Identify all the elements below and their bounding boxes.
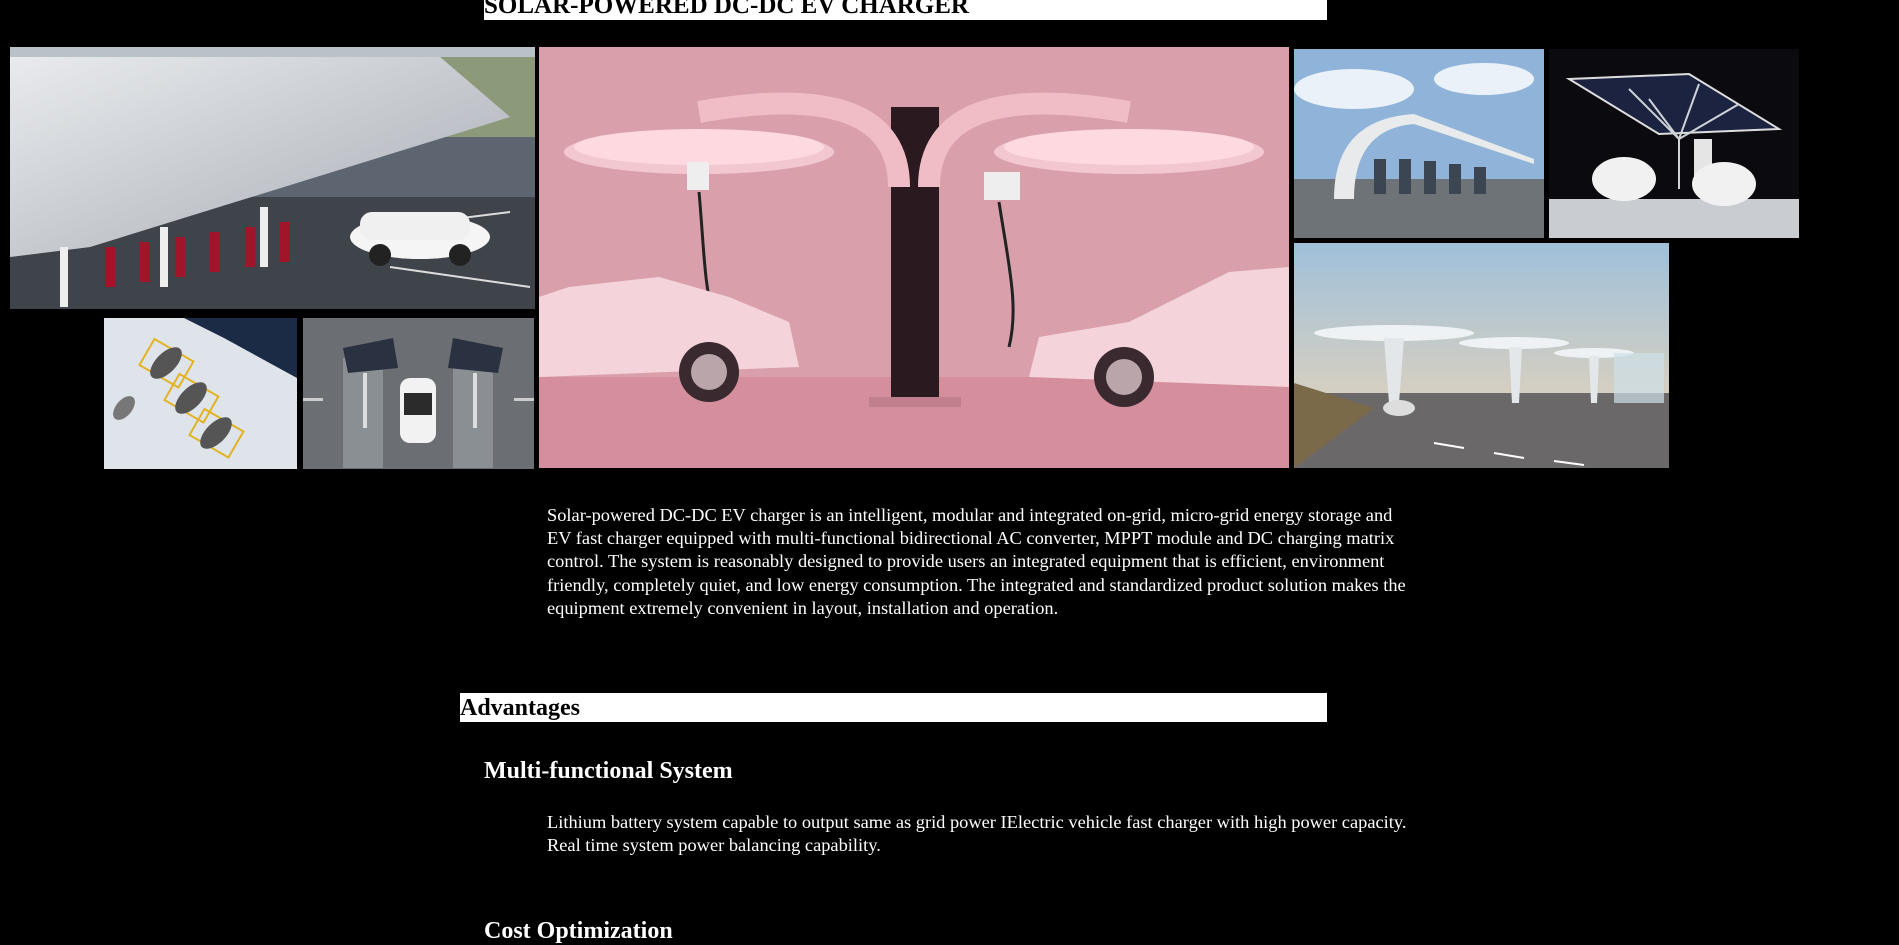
section-text-multifunctional: Lithium battery system capable to output… — [547, 812, 1407, 856]
top-view-charging-photo — [303, 318, 534, 469]
page-title: SOLAR-POWERED DC-DC EV CHARGER — [484, 0, 1327, 20]
curved-canopy-photo — [1294, 49, 1544, 238]
charging-station-panorama-photo — [1294, 243, 1669, 468]
intro-paragraph: Solar-powered DC-DC EV charger is an int… — [547, 505, 1406, 618]
tree-charger-photo — [1549, 49, 1799, 238]
pink-charger-photo — [539, 47, 1289, 468]
advantages-heading: Advantages — [460, 693, 1327, 722]
aerial-parking-photo — [104, 318, 297, 469]
solar-carport-photo — [10, 47, 535, 309]
section-heading-multifunctional: Multi-functional System — [484, 758, 733, 784]
